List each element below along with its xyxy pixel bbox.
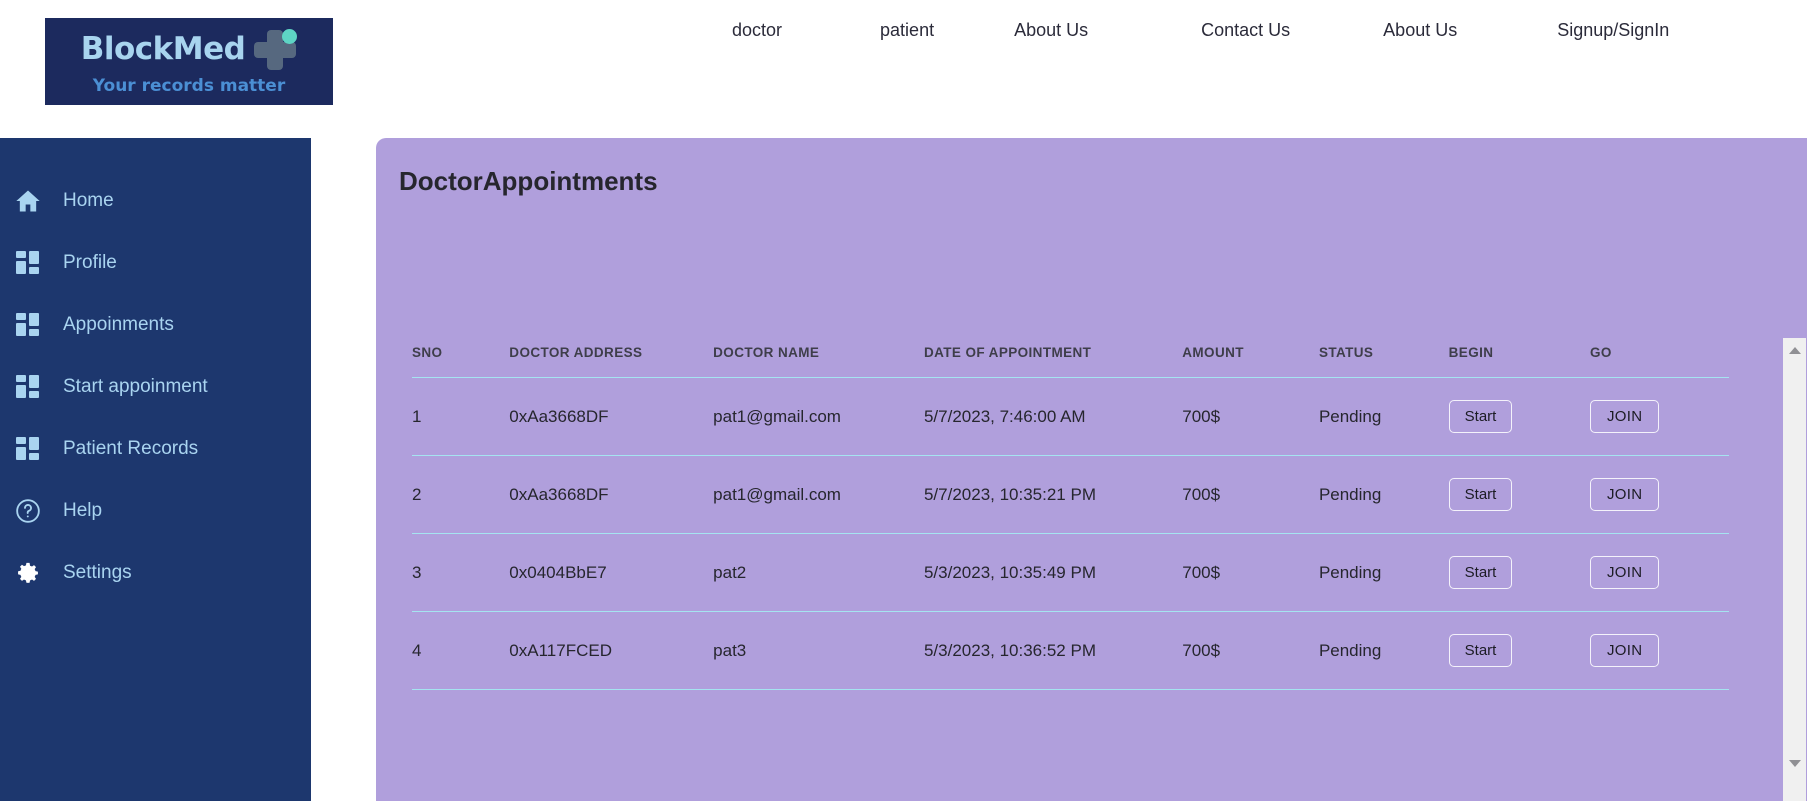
- sidebar-item-label: Help: [63, 500, 103, 521]
- sidebar-item-patient-records[interactable]: Patient Records: [0, 418, 311, 480]
- column-header-status: STATUS: [1318, 345, 1449, 378]
- cell-go: JOIN: [1589, 611, 1729, 690]
- join-button[interactable]: JOIN: [1589, 478, 1660, 511]
- medical-cross-icon: [253, 28, 298, 70]
- dashboard-grid-icon: [14, 311, 42, 339]
- cell-doctor-address: 0xAa3668DF: [509, 455, 714, 534]
- cell-date: 5/7/2023, 7:46:00 AM: [923, 377, 1183, 456]
- doctor-appointments-panel: DoctorAppointments SNO DOCTOR ADDRESS DO…: [376, 138, 1807, 801]
- main-navigation: doctor patient About Us Contact Us About…: [700, 0, 1807, 60]
- column-header-sno: SNO: [412, 345, 510, 378]
- cell-begin: Start: [1448, 611, 1590, 690]
- cell-amount: 700$: [1182, 611, 1319, 690]
- scroll-down-arrow-icon[interactable]: [1783, 753, 1806, 773]
- table-row: 2 0xAa3668DF pat1@gmail.com 5/7/2023, 10…: [412, 455, 1729, 534]
- status-badge: Pending: [1318, 455, 1449, 534]
- table-row: 1 0xAa3668DF pat1@gmail.com 5/7/2023, 7:…: [412, 377, 1729, 456]
- start-button[interactable]: Start: [1448, 478, 1513, 511]
- sidebar-item-profile[interactable]: Profile: [0, 232, 311, 294]
- nav-item-about-us-2[interactable]: About Us: [1383, 20, 1457, 41]
- cell-doctor-address: 0xAa3668DF: [509, 377, 714, 456]
- cell-amount: 700$: [1182, 377, 1319, 456]
- brand-name: BlockMed: [80, 31, 246, 67]
- sidebar: Home Profile Appoinments Start appoinmen…: [0, 138, 311, 801]
- cell-begin: Start: [1448, 377, 1590, 456]
- dashboard-grid-icon: [14, 249, 42, 277]
- cell-begin: Start: [1448, 533, 1590, 612]
- start-button[interactable]: Start: [1448, 634, 1513, 667]
- scroll-up-arrow-icon[interactable]: [1783, 340, 1806, 360]
- brand-logo[interactable]: BlockMed Your records matter: [45, 18, 333, 105]
- appointments-table-container: SNO DOCTOR ADDRESS DOCTOR NAME DATE OF A…: [412, 345, 1783, 801]
- join-button[interactable]: JOIN: [1589, 634, 1660, 667]
- cell-doctor-name: pat1@gmail.com: [713, 377, 924, 456]
- cell-doctor-name: pat3: [713, 611, 924, 690]
- sidebar-item-help[interactable]: Help: [0, 480, 311, 542]
- table-body: 1 0xAa3668DF pat1@gmail.com 5/7/2023, 7:…: [412, 377, 1729, 690]
- column-header-amount: AMOUNT: [1182, 345, 1319, 378]
- cell-date: 5/7/2023, 10:35:21 PM: [923, 455, 1183, 534]
- table-scrollbar[interactable]: [1783, 338, 1806, 801]
- status-badge: Pending: [1318, 377, 1449, 456]
- cell-sno: 2: [412, 455, 510, 534]
- status-badge: Pending: [1318, 533, 1449, 612]
- dashboard-grid-icon: [14, 435, 42, 463]
- brand-tagline: Your records matter: [92, 75, 286, 96]
- cell-amount: 700$: [1182, 533, 1319, 612]
- cell-doctor-address: 0x0404BbE7: [509, 533, 714, 612]
- column-header-doctor-name: DOCTOR NAME: [713, 345, 924, 378]
- sidebar-item-label: Appoinments: [63, 314, 174, 335]
- gear-icon: [14, 559, 42, 587]
- sidebar-item-label: Profile: [63, 252, 117, 273]
- dashboard-grid-icon: [14, 373, 42, 401]
- table-header: SNO DOCTOR ADDRESS DOCTOR NAME DATE OF A…: [412, 345, 1729, 378]
- top-bar: BlockMed Your records matter doctor pati…: [0, 0, 1807, 138]
- cell-amount: 700$: [1182, 455, 1319, 534]
- cell-doctor-name: pat1@gmail.com: [713, 455, 924, 534]
- sidebar-item-appoinments[interactable]: Appoinments: [0, 294, 311, 356]
- cell-doctor-address: 0xA117FCED: [509, 611, 714, 690]
- logo-wordmark-row: BlockMed: [80, 28, 298, 70]
- cell-sno: 4: [412, 611, 510, 690]
- cell-go: JOIN: [1589, 455, 1729, 534]
- table-header-row: SNO DOCTOR ADDRESS DOCTOR NAME DATE OF A…: [412, 345, 1729, 378]
- cell-go: JOIN: [1589, 377, 1729, 456]
- cell-date: 5/3/2023, 10:36:52 PM: [923, 611, 1183, 690]
- page-title: DoctorAppointments: [399, 166, 658, 196]
- cell-go: JOIN: [1589, 533, 1729, 612]
- status-badge: Pending: [1318, 611, 1449, 690]
- cell-begin: Start: [1448, 455, 1590, 534]
- join-button[interactable]: JOIN: [1589, 556, 1660, 589]
- cell-sno: 1: [412, 377, 510, 456]
- cell-date: 5/3/2023, 10:35:49 PM: [923, 533, 1183, 612]
- cell-sno: 3: [412, 533, 510, 612]
- sidebar-item-label: Home: [63, 190, 114, 211]
- sidebar-item-label: Settings: [63, 562, 132, 583]
- help-circle-icon: [14, 497, 42, 525]
- column-header-go: GO: [1589, 345, 1729, 378]
- home-icon: [14, 187, 42, 215]
- sidebar-item-settings[interactable]: Settings: [0, 542, 311, 604]
- nav-item-contact-us[interactable]: Contact Us: [1201, 20, 1290, 41]
- join-button[interactable]: JOIN: [1589, 400, 1660, 433]
- start-button[interactable]: Start: [1448, 556, 1513, 589]
- sidebar-item-label: Start appoinment: [63, 376, 208, 397]
- sidebar-item-home[interactable]: Home: [0, 170, 311, 232]
- sidebar-item-start-appoinment[interactable]: Start appoinment: [0, 356, 311, 418]
- column-header-date-of-appointment: DATE OF APPOINTMENT: [923, 345, 1183, 378]
- table-row: 3 0x0404BbE7 pat2 5/3/2023, 10:35:49 PM …: [412, 533, 1729, 612]
- table-row: 4 0xA117FCED pat3 5/3/2023, 10:36:52 PM …: [412, 611, 1729, 690]
- column-header-doctor-address: DOCTOR ADDRESS: [509, 345, 714, 378]
- nav-item-doctor[interactable]: doctor: [732, 20, 782, 41]
- nav-item-patient[interactable]: patient: [880, 20, 934, 41]
- appointments-table: SNO DOCTOR ADDRESS DOCTOR NAME DATE OF A…: [412, 345, 1729, 690]
- start-button[interactable]: Start: [1448, 400, 1513, 433]
- nav-item-about-us[interactable]: About Us: [1014, 20, 1088, 41]
- sidebar-item-label: Patient Records: [63, 438, 199, 459]
- nav-item-signup-signin[interactable]: Signup/SignIn: [1557, 20, 1669, 41]
- column-header-begin: BEGIN: [1448, 345, 1590, 378]
- cell-doctor-name: pat2: [713, 533, 924, 612]
